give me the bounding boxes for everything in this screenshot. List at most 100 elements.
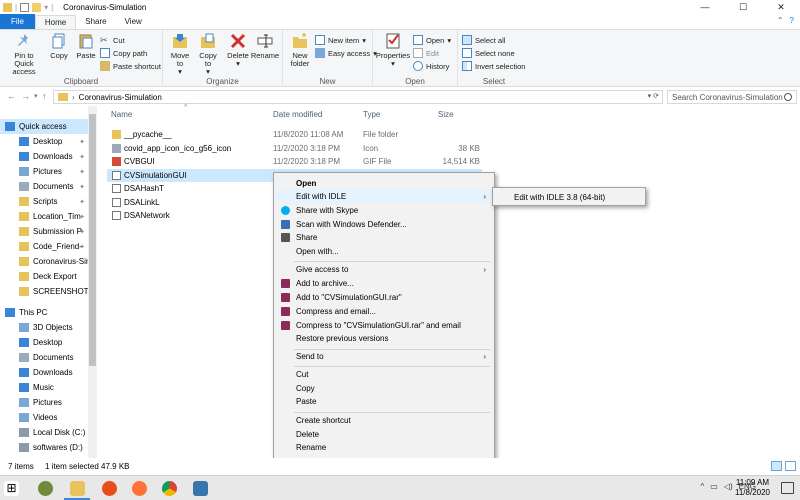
column-header-size[interactable]: Size xyxy=(438,110,454,119)
sidebar-item-music[interactable]: Music xyxy=(0,380,88,395)
minimize-ribbon-icon[interactable]: ⌃ xyxy=(777,16,784,25)
sidebar-item-desktop[interactable]: Desktop xyxy=(0,335,88,350)
menu-item-paste[interactable]: Paste xyxy=(276,395,492,408)
column-header-name[interactable]: Name xyxy=(111,110,132,119)
menu-item-edit-with-idle-3-8[interactable]: Edit with IDLE 3.8 (64-bit) xyxy=(495,190,645,205)
history-button[interactable]: History xyxy=(413,60,449,72)
edit-button[interactable]: Edit xyxy=(413,47,439,59)
chrome-icon[interactable] xyxy=(162,481,177,496)
app-icon[interactable] xyxy=(38,481,53,496)
notification-icon[interactable] xyxy=(781,482,794,494)
sidebar-item-downloads[interactable]: Downloads xyxy=(0,365,88,380)
rename-button[interactable]: Rename xyxy=(251,32,279,60)
menu-item-open-with[interactable]: Open with... xyxy=(276,245,492,258)
sidebar-item-scripts[interactable]: Scripts ✦ xyxy=(0,194,88,209)
menu-item-share-with-skype[interactable]: Share with Skype xyxy=(276,204,492,217)
menu-item-restore-previous-versions[interactable]: Restore previous versions xyxy=(276,332,492,345)
tab-view[interactable]: View xyxy=(116,15,151,29)
file-row-cvbgui[interactable]: CVBGUI 11/2/2020 3:18 PM GIF File 14,514 KB xyxy=(107,155,482,168)
menu-item-open[interactable]: Open xyxy=(276,177,492,190)
nav-scroll-thumb[interactable] xyxy=(89,114,96,366)
sidebar-item-code-friend[interactable]: Code_Friend- ✦ xyxy=(0,239,88,254)
sidebar-item-documents[interactable]: Documents ✦ xyxy=(0,179,88,194)
file-row-pycache[interactable]: __pycache__ 11/8/2020 11:08 AM File folder xyxy=(107,128,482,141)
sidebar-item-location-tim[interactable]: Location_Tim ✦ xyxy=(0,209,88,224)
menu-item-share[interactable]: Share xyxy=(276,231,492,244)
cut-button[interactable]: ✂ Cut xyxy=(100,34,125,46)
close-button[interactable]: ✕ xyxy=(762,0,800,14)
sidebar-item-local-disk-c[interactable]: Local Disk (C:) xyxy=(0,425,88,440)
breadcrumb-chevron-icon[interactable]: › xyxy=(72,93,75,102)
paste-shortcut-button[interactable]: Paste shortcut xyxy=(100,60,161,72)
details-view-icon[interactable] xyxy=(771,461,782,471)
maximize-button[interactable]: ☐ xyxy=(724,0,762,14)
sidebar-item-submission-p[interactable]: Submission P ✦ xyxy=(0,224,88,239)
tab-share[interactable]: Share xyxy=(76,15,115,29)
new-item-button[interactable]: New item ▾ xyxy=(315,34,366,46)
menu-item-give-access-to[interactable]: Give access to › xyxy=(276,263,492,276)
sidebar-item-videos[interactable]: Videos xyxy=(0,410,88,425)
menu-item-send-to[interactable]: Send to › xyxy=(276,350,492,363)
sidebar-item-screenshots[interactable]: SCREENSHOTS xyxy=(0,284,94,299)
tab-home[interactable]: Home xyxy=(34,15,77,29)
invert-selection-button[interactable]: Invert selection xyxy=(462,60,525,72)
sidebar-item-documents[interactable]: Documents xyxy=(0,350,88,365)
copy-path-button[interactable]: Copy path xyxy=(100,47,147,59)
menu-item-compress-to-cvsimulationgui-rar-and-email[interactable]: Compress to "CVSimulationGUI.rar" and em… xyxy=(276,319,492,332)
sidebar-item-3d-objects[interactable]: 3D Objects xyxy=(0,320,88,335)
menu-item-add-to-archive[interactable]: Add to archive... xyxy=(276,277,492,290)
file-row-covid-app-icon-ico-g56-icon[interactable]: covid_app_icon_ico_g56_icon 11/2/2020 3:1… xyxy=(107,142,482,155)
file-explorer-icon[interactable] xyxy=(70,481,85,496)
tab-file[interactable]: File xyxy=(0,14,35,29)
menu-item-copy[interactable]: Copy xyxy=(276,382,492,395)
forward-arrow-icon[interactable]: → xyxy=(21,91,30,101)
paste-button[interactable]: Paste xyxy=(74,32,98,60)
easy-access-button[interactable]: Easy access ▾ xyxy=(315,47,377,59)
sidebar-item-softwares-d[interactable]: softwares (D:) xyxy=(0,440,88,455)
network-icon[interactable]: ▭ xyxy=(710,482,718,491)
show-hidden-icons-icon[interactable]: ^ xyxy=(701,482,705,491)
menu-item-edit-with-idle[interactable]: Edit with IDLE › xyxy=(276,190,492,203)
copy-to-button[interactable]: Copy to ▾ xyxy=(195,32,221,76)
menu-item-add-to-cvsimulationgui-rar[interactable]: Add to "CVSimulationGUI.rar" xyxy=(276,291,492,304)
sidebar-item-pictures[interactable]: Pictures ✦ xyxy=(0,164,88,179)
column-header-date[interactable]: Date modified xyxy=(273,110,322,119)
move-to-button[interactable]: Move to ▾ xyxy=(167,32,193,76)
recent-locations-icon[interactable]: ▾ xyxy=(34,92,38,100)
select-none-button[interactable]: Select none xyxy=(462,47,515,59)
address-dropdown-icon[interactable]: ▾ ⟳ xyxy=(648,92,659,100)
breadcrumb[interactable]: Coronavirus-Simulation xyxy=(79,93,162,102)
copy-button[interactable]: Copy xyxy=(47,32,71,60)
volume-icon[interactable]: ◁) xyxy=(724,482,733,491)
sidebar-item-deck-export[interactable]: Deck Export xyxy=(0,269,88,284)
firefox-icon[interactable] xyxy=(132,481,147,496)
menu-item-delete[interactable]: Delete xyxy=(276,428,492,441)
customize-toolbar-icon[interactable]: ▾ xyxy=(44,3,48,12)
nav-scrollbar[interactable] xyxy=(88,106,97,458)
open-button[interactable]: Open ▾ xyxy=(413,34,451,46)
menu-item-create-shortcut[interactable]: Create shortcut xyxy=(276,414,492,427)
menu-item-compress-and-email[interactable]: Compress and email... xyxy=(276,305,492,318)
minimize-button[interactable]: — xyxy=(686,0,724,14)
blender-icon[interactable] xyxy=(102,481,117,496)
up-arrow-icon[interactable]: ↑ xyxy=(42,91,47,101)
sidebar-item-pictures[interactable]: Pictures xyxy=(0,395,88,410)
help-icon[interactable]: ? xyxy=(790,16,794,25)
select-all-button[interactable]: Select all xyxy=(462,34,505,46)
search-input[interactable]: Search Coronavirus-Simulation xyxy=(667,90,797,104)
new-folder-button[interactable]: New folder xyxy=(287,32,313,68)
pin-to-quick-access-button[interactable]: Pin to Quick access xyxy=(4,32,44,76)
menu-item-rename[interactable]: Rename xyxy=(276,441,492,454)
back-arrow-icon[interactable]: ← xyxy=(7,91,16,101)
menu-item-scan-with-windows-defender[interactable]: Scan with Windows Defender... xyxy=(276,218,492,231)
python-idle-icon[interactable] xyxy=(193,481,208,496)
new-folder-icon[interactable] xyxy=(32,2,42,12)
properties-icon[interactable] xyxy=(20,2,30,12)
address-bar[interactable]: › Coronavirus-Simulation ▾ ⟳ xyxy=(53,90,663,104)
menu-item-cut[interactable]: Cut xyxy=(276,368,492,381)
sidebar-item-this-pc[interactable]: This PC xyxy=(0,305,88,320)
sidebar-item-quick-access[interactable]: Quick access xyxy=(0,119,88,134)
sidebar-item-downloads[interactable]: Downloads ✦ xyxy=(0,149,88,164)
column-header-type[interactable]: Type xyxy=(363,110,380,119)
windows-start-icon[interactable]: ⊞ xyxy=(4,481,19,496)
